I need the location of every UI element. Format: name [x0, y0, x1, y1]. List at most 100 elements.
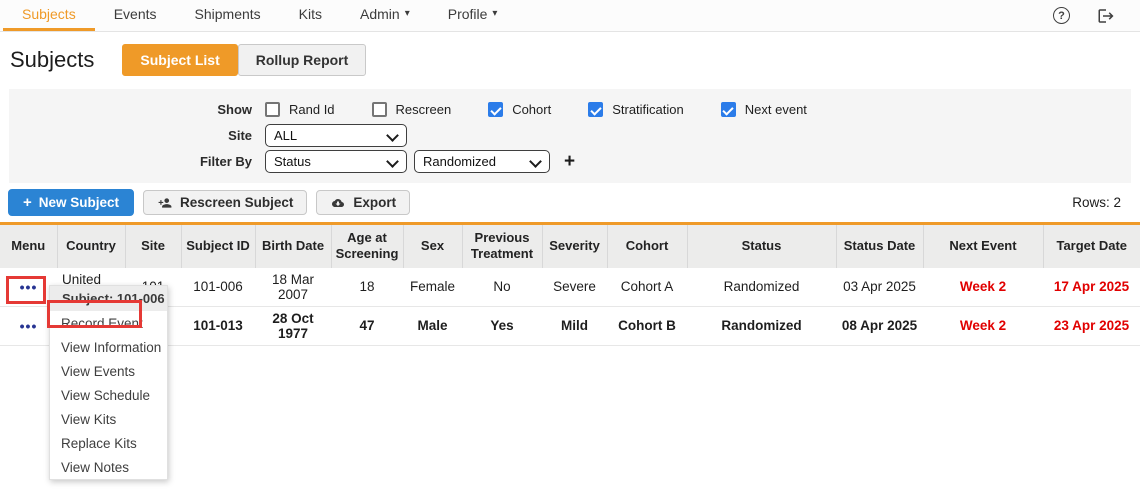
checkbox-label: Cohort — [512, 102, 551, 117]
page-title: Subjects — [10, 47, 94, 73]
checkbox-label: Rand Id — [289, 102, 335, 117]
col-header-site: Site — [125, 224, 181, 268]
filter-field-value: Status — [274, 154, 311, 169]
site-filter-row: Site ALL — [9, 123, 1131, 148]
nav-label: Subjects — [22, 6, 76, 22]
cloud-download-icon — [330, 197, 346, 209]
filter-field-select[interactable]: Status — [265, 150, 407, 173]
col-header-menu: Menu — [0, 224, 57, 268]
tab-subject-list[interactable]: Subject List — [122, 44, 237, 76]
checkbox-stratification[interactable]: Stratification — [588, 102, 684, 117]
export-button[interactable]: Export — [316, 190, 410, 215]
cell-sex: Male — [403, 306, 462, 345]
checkbox-rand-id[interactable]: Rand Id — [265, 102, 335, 117]
col-header-sex: Sex — [403, 224, 462, 268]
menu-item-view-information[interactable]: View Information — [50, 335, 167, 359]
site-select[interactable]: ALL — [265, 124, 407, 147]
chevron-down-icon: ▾ — [405, 9, 410, 19]
cell-sex: Female — [403, 268, 462, 307]
nav-label: Kits — [299, 6, 322, 22]
cell-status: Randomized — [687, 268, 836, 307]
menu-item-view-kits[interactable]: View Kits — [50, 407, 167, 431]
col-header-severity: Severity — [542, 224, 607, 268]
subjects-table: Menu Country Site Subject ID Birth Date … — [0, 222, 1140, 346]
view-tabs: Subject List Rollup Report — [122, 44, 366, 76]
tab-rollup-report[interactable]: Rollup Report — [238, 44, 367, 76]
cell-severity: Severe — [542, 268, 607, 307]
table-header-row: Menu Country Site Subject ID Birth Date … — [0, 224, 1140, 268]
checkbox-rescreen[interactable]: Rescreen — [372, 102, 452, 117]
cell-status: Randomized — [687, 306, 836, 345]
table-row: ••• 101-013 28 Oct 1977 47 Male Yes Mild… — [0, 306, 1140, 345]
nav-item-kits[interactable]: Kits — [280, 0, 341, 31]
filter-by-label: Filter By — [9, 154, 265, 169]
cell-birth-date: 28 Oct 1977 — [255, 306, 331, 345]
cell-cohort: Cohort B — [607, 306, 687, 345]
cell-subject-id: 101-013 — [181, 306, 255, 345]
checkbox-icon[interactable] — [265, 102, 280, 117]
filter-value-select[interactable]: Randomized — [414, 150, 550, 173]
nav-label: Events — [114, 6, 157, 22]
col-header-next-event: Next Event — [923, 224, 1043, 268]
help-icon[interactable]: ? — [1053, 7, 1070, 24]
nav-item-profile[interactable]: Profile ▾ — [429, 0, 517, 31]
nav-item-events[interactable]: Events — [95, 0, 176, 31]
subject-context-menu: Subject: 101-006 Record Event View Infor… — [49, 285, 168, 480]
col-header-status: Status — [687, 224, 836, 268]
menu-item-view-schedule[interactable]: View Schedule — [50, 383, 167, 407]
cell-birth-date: 18 Mar 2007 — [255, 268, 331, 307]
menu-item-view-notes[interactable]: View Notes — [50, 455, 167, 479]
toolbar: + New Subject Rescreen Subject Export Ro… — [0, 183, 1140, 222]
cell-target-date: 23 Apr 2025 — [1043, 306, 1140, 345]
context-menu-header: Subject: 101-006 — [50, 286, 167, 311]
col-header-subject-id: Subject ID — [181, 224, 255, 268]
cell-target-date: 17 Apr 2025 — [1043, 268, 1140, 307]
nav-item-admin[interactable]: Admin ▾ — [341, 0, 429, 31]
logout-icon[interactable] — [1097, 7, 1115, 25]
menu-item-record-event[interactable]: Record Event — [50, 311, 167, 335]
cell-status-date: 03 Apr 2025 — [836, 268, 923, 307]
new-subject-button[interactable]: + New Subject — [8, 189, 134, 216]
site-select-value: ALL — [274, 128, 297, 143]
checkbox-icon[interactable] — [721, 102, 736, 117]
checkbox-icon[interactable] — [588, 102, 603, 117]
menu-item-replace-kits[interactable]: Replace Kits — [50, 431, 167, 455]
nav-label: Shipments — [195, 6, 261, 22]
rows-count: Rows: 2 — [1072, 195, 1132, 210]
menu-item-view-events[interactable]: View Events — [50, 359, 167, 383]
top-nav: Subjects Events Shipments Kits Admin ▾ Pr… — [0, 0, 1140, 32]
cell-next-event: Week 2 — [923, 306, 1043, 345]
filter-panel: Show Rand Id Rescreen Cohort Stratificat… — [9, 89, 1131, 183]
col-header-country: Country — [57, 224, 125, 268]
person-add-icon — [157, 196, 173, 210]
cell-age: 47 — [331, 306, 403, 345]
filter-value-value: Randomized — [423, 154, 496, 169]
page-header: Subjects Subject List Rollup Report — [0, 32, 1140, 89]
checkbox-icon[interactable] — [372, 102, 387, 117]
col-header-target-date: Target Date — [1043, 224, 1140, 268]
col-header-birth-date: Birth Date — [255, 224, 331, 268]
checkbox-label: Next event — [745, 102, 807, 117]
nav-label: Admin — [360, 6, 400, 22]
col-header-age: Age at Screening — [331, 224, 403, 268]
checkbox-cohort[interactable]: Cohort — [488, 102, 551, 117]
cell-severity: Mild — [542, 306, 607, 345]
checkbox-next-event[interactable]: Next event — [721, 102, 807, 117]
rescreen-subject-button[interactable]: Rescreen Subject — [143, 190, 307, 215]
cell-next-event: Week 2 — [923, 268, 1043, 307]
col-header-previous-treatment: Previous Treatment — [462, 224, 542, 268]
checkbox-label: Stratification — [612, 102, 684, 117]
checkbox-icon[interactable] — [488, 102, 503, 117]
add-filter-button[interactable]: + — [564, 151, 575, 173]
cell-subject-id: 101-006 — [181, 268, 255, 307]
filter-by-row: Filter By Status Randomized + — [9, 149, 1131, 174]
cell-previous-treatment: Yes — [462, 306, 542, 345]
cell-age: 18 — [331, 268, 403, 307]
nav-item-shipments[interactable]: Shipments — [176, 0, 280, 31]
site-label: Site — [9, 128, 265, 143]
plus-icon: + — [23, 195, 32, 210]
nav-item-subjects[interactable]: Subjects — [3, 0, 95, 31]
chevron-down-icon: ▾ — [492, 9, 497, 19]
nav-label: Profile — [448, 6, 488, 22]
new-subject-label: New Subject — [39, 195, 119, 210]
